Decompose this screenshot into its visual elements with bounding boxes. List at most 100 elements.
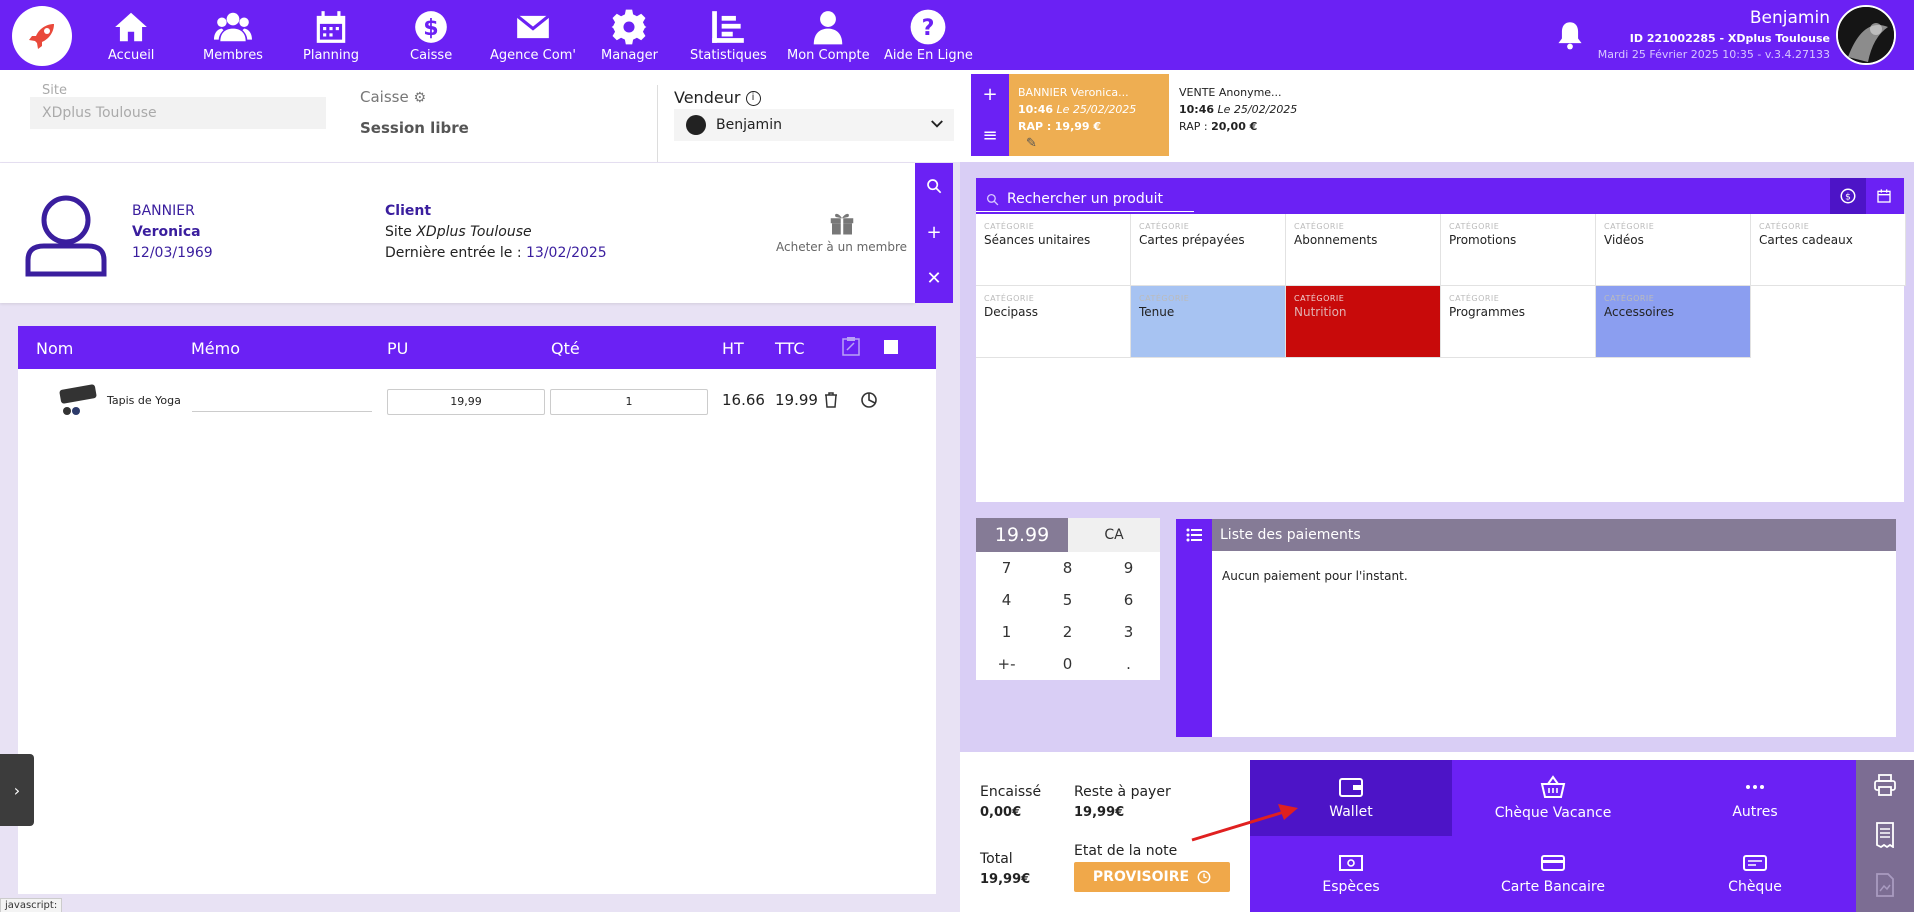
keypad-key[interactable]: +-	[976, 648, 1037, 680]
ticket-title: VENTE Anonyme...	[1179, 86, 1282, 99]
encaisse-value: 0,00€	[980, 805, 1022, 820]
nav-caisse[interactable]: $ Caisse	[410, 8, 452, 63]
add-client-button[interactable]: +	[915, 209, 953, 255]
etat-button[interactable]: PROVISOIRE	[1074, 862, 1230, 892]
pay-cheque-button[interactable]: Chèque	[1654, 836, 1856, 912]
nav-aide-en-ligne[interactable]: ? Aide En Ligne	[884, 8, 973, 63]
site-input: XDplus Toulouse	[30, 97, 326, 129]
invoice-button[interactable]	[1856, 860, 1914, 910]
pay-cheque-vacance-button[interactable]: Chèque Vacance	[1452, 760, 1654, 836]
trash-icon[interactable]	[824, 392, 838, 412]
pay-carte-bancaire-button[interactable]: Carte Bancaire	[1452, 836, 1654, 912]
pencil-icon[interactable]: ✎	[1026, 135, 1160, 152]
notifications-bell[interactable]	[1556, 20, 1584, 54]
pay-label: Autres	[1732, 804, 1778, 820]
clipboard-icon[interactable]	[842, 336, 860, 360]
top-nav-bar: Accueil Membres Planning $ Caisse Agence…	[0, 0, 1914, 70]
vendeur-select[interactable]: Benjamin	[674, 109, 954, 141]
nav-membres[interactable]: Membres	[203, 8, 263, 63]
discount-icon[interactable]	[860, 391, 878, 413]
svg-text:?: ?	[922, 15, 935, 41]
keypad: 19.99 CA 7 8 9 4 5 6 1 2 3 +- 0.	[976, 518, 1160, 680]
category-tile[interactable]: CATÉGORIE Cartes prépayées	[1131, 214, 1286, 286]
keypad-key[interactable]: 4	[976, 584, 1037, 616]
keypad-key[interactable]: 9	[1098, 552, 1159, 584]
keypad-key[interactable]: 6	[1098, 584, 1159, 616]
price-filter-button[interactable]: $	[1830, 178, 1866, 214]
users-icon	[213, 12, 252, 42]
print-button[interactable]	[1856, 760, 1914, 810]
info-icon[interactable]: i	[745, 91, 761, 106]
ticket-title: BANNIER Veronica...	[1018, 86, 1129, 99]
add-ticket-button[interactable]: +	[971, 74, 1009, 115]
keypad-ca-button[interactable]: CA	[1068, 518, 1160, 552]
memo-input[interactable]	[192, 411, 372, 412]
remove-client-button[interactable]: ✕	[915, 255, 953, 301]
receipt-button[interactable]	[1856, 810, 1914, 860]
col-ttc: TTC	[775, 339, 805, 358]
nav-planning[interactable]: Planning	[303, 8, 359, 63]
keypad-key[interactable]: 0	[1037, 648, 1098, 680]
search-icon	[927, 179, 942, 194]
keypad-key[interactable]: 2	[1037, 616, 1098, 648]
nav-label: Statistiques	[690, 48, 767, 63]
nav-statistiques[interactable]: Statistiques	[690, 8, 767, 63]
select-all-checkbox[interactable]	[884, 340, 898, 354]
category-tile[interactable]: CATÉGORIE Vidéos	[1596, 214, 1751, 286]
pu-input[interactable]: 19,99	[387, 389, 545, 415]
user-avatar[interactable]	[1836, 5, 1896, 65]
category-name: Decipass	[984, 305, 1039, 319]
keypad-key[interactable]: 1	[976, 616, 1037, 648]
category-tile[interactable]: CATÉGORIE Accessoires	[1596, 286, 1751, 358]
keypad-key[interactable]: 3	[1098, 616, 1159, 648]
nav-agence-com[interactable]: Agence Com'	[490, 8, 576, 63]
menu-icon[interactable]: ≡	[971, 115, 1009, 156]
cash-icon	[1339, 855, 1363, 871]
client-site-row: Site XDplus Toulouse	[385, 222, 607, 243]
category-tile[interactable]: CATÉGORIE Programmes	[1441, 286, 1596, 358]
category-tile[interactable]: CATÉGORIE Séances unitaires	[976, 214, 1131, 286]
product-search-input[interactable]: Rechercher un produit	[976, 178, 1194, 212]
nav-mon-compte[interactable]: Mon Compte	[787, 8, 870, 63]
cheque-icon	[1743, 855, 1767, 871]
app-logo[interactable]	[12, 6, 72, 66]
expand-panel-button[interactable]: ›	[0, 754, 34, 826]
pay-autres-button[interactable]: Autres	[1654, 760, 1856, 836]
reste-label: Reste à payer	[1074, 784, 1171, 800]
nav-accueil[interactable]: Accueil	[108, 8, 154, 63]
ticket-active[interactable]: BANNIER Veronica... 10:46 Le 25/02/2025 …	[1009, 74, 1169, 156]
category-tile[interactable]: CATÉGORIE Tenue	[1131, 286, 1286, 358]
ticket-time: 10:46	[1179, 103, 1215, 116]
keypad-key[interactable]: .	[1098, 648, 1159, 680]
qty-input[interactable]: 1	[550, 389, 708, 415]
row-ttc: 19.99	[775, 391, 818, 409]
search-placeholder: Rechercher un produit	[1007, 191, 1163, 207]
printer-icon	[1874, 774, 1896, 796]
list-icon[interactable]	[1176, 519, 1212, 551]
chart-icon	[712, 11, 745, 43]
category-tile[interactable]: CATÉGORIE Abonnements	[1286, 214, 1441, 286]
calendar-icon	[1877, 189, 1891, 203]
category-key: CATÉGORIE	[1294, 294, 1345, 303]
category-tile[interactable]: CATÉGORIE Promotions	[1441, 214, 1596, 286]
caisse-label: Caisse ⚙	[360, 88, 426, 106]
ticket-time: 10:46	[1018, 103, 1054, 116]
avatar-image	[1838, 7, 1894, 63]
client-info: Client Site XDplus Toulouse Dernière ent…	[385, 201, 607, 264]
calendar-icon	[316, 11, 346, 43]
nav-manager[interactable]: Manager	[601, 8, 658, 63]
category-tile[interactable]: CATÉGORIE Nutrition	[1286, 286, 1441, 358]
gift-button[interactable]: Acheter à un membre	[776, 207, 907, 254]
keypad-key[interactable]: 5	[1037, 584, 1098, 616]
keypad-key[interactable]: 8	[1037, 552, 1098, 584]
document-actions	[1856, 760, 1914, 912]
vendeur-label: Vendeur i	[674, 88, 761, 107]
col-qty: Qté	[551, 339, 580, 358]
calendar-filter-button[interactable]	[1866, 178, 1902, 214]
category-tile[interactable]: CATÉGORIE Cartes cadeaux	[1751, 214, 1906, 286]
ticket-other[interactable]: VENTE Anonyme... 10:46 Le 25/02/2025 RAP…	[1170, 74, 1330, 156]
category-tile[interactable]: CATÉGORIE Decipass	[976, 286, 1131, 358]
keypad-key[interactable]: 7	[976, 552, 1037, 584]
caisse-settings-icon[interactable]: ⚙	[413, 90, 426, 106]
search-client-button[interactable]	[915, 163, 953, 209]
